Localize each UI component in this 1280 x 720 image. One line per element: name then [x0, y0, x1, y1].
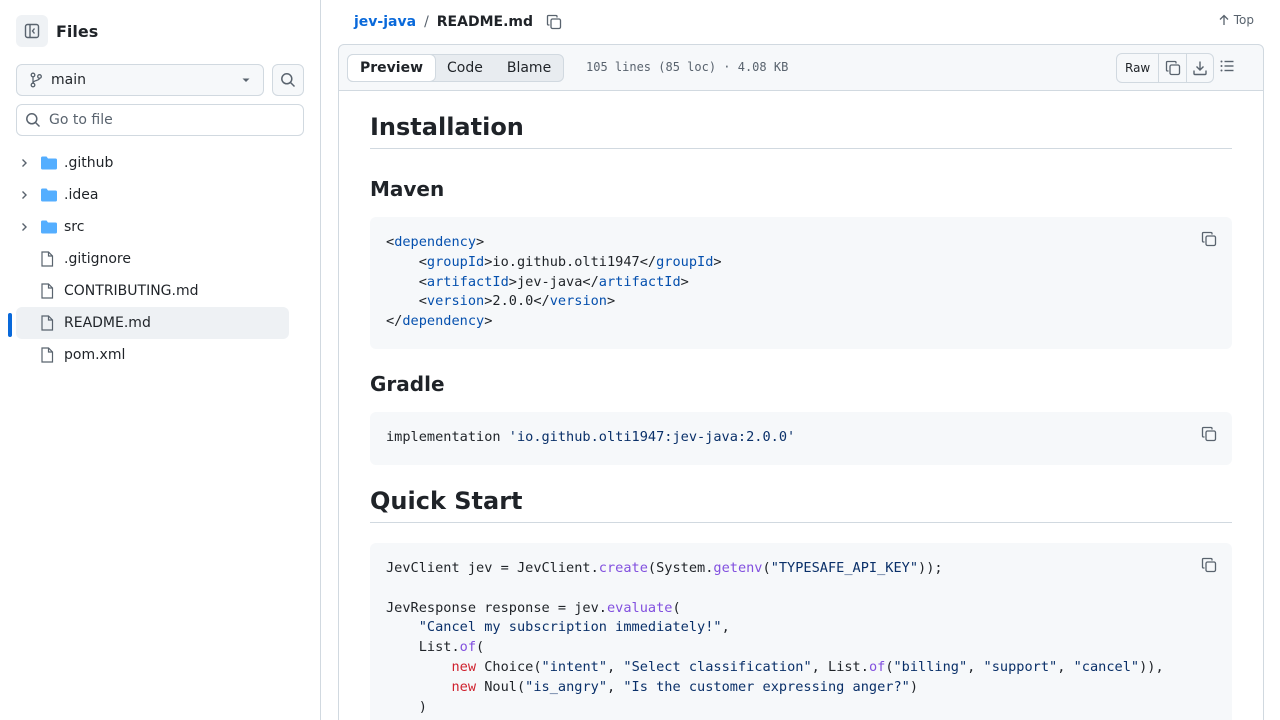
heading-gradle: Gradle [370, 372, 445, 396]
file-icon [40, 283, 58, 299]
tree-item-contributing[interactable]: CONTRIBUTING.md [16, 275, 289, 307]
gradle-code-block: implementation 'io.github.olti1947:jev-j… [370, 412, 1232, 465]
code-line: </dependency> [386, 313, 493, 330]
file-tree: .github .idea src .gitignore CONTRIBUTIN… [16, 147, 289, 371]
tab-preview[interactable]: Preview [347, 54, 437, 82]
copy-code-button[interactable] [1201, 231, 1217, 254]
breadcrumb-repo-link[interactable]: jev-java [354, 14, 416, 30]
heading-maven: Maven [370, 177, 445, 201]
code-line: <groupId>io.github.olti1947</groupId> [386, 253, 722, 270]
code-line: JevClient jev = JevClient.create(System.… [386, 560, 943, 576]
file-icon [40, 347, 58, 363]
file-icon [40, 315, 58, 331]
tree-item-label: CONTRIBUTING.md [64, 283, 199, 299]
copy-path-button[interactable] [546, 14, 562, 30]
search-icon [26, 113, 41, 128]
tree-item-label: README.md [64, 315, 151, 331]
code-line: <version>2.0.0</version> [386, 293, 616, 310]
selected-indicator [8, 313, 12, 337]
arrow-up-icon [1219, 14, 1229, 25]
download-icon [1193, 61, 1207, 76]
file-tree-sidebar: Files main .github .idea src .gitign [0, 0, 321, 720]
tab-code[interactable]: Code [435, 55, 495, 81]
search-button[interactable] [272, 64, 304, 96]
maven-code-block: <dependency> <groupId>io.github.olti1947… [370, 217, 1232, 349]
heading-installation: Installation [370, 113, 1232, 149]
branch-selector[interactable]: main [16, 64, 264, 96]
sidebar-title: Files [56, 21, 99, 41]
code-line: new Choice("intent", "Select classificat… [451, 658, 1164, 675]
folder-icon [40, 187, 58, 203]
tree-item-readme[interactable]: README.md [16, 307, 289, 339]
heading-quick-start: Quick Start [370, 487, 1232, 523]
chevron-right-icon[interactable] [16, 222, 32, 232]
code-line: <artifactId>jev-java</artifactId> [386, 273, 689, 290]
list-unordered-icon [1220, 60, 1234, 72]
tree-item-label: .idea [64, 187, 99, 203]
top-link[interactable]: Top [1218, 13, 1254, 27]
folder-icon [40, 219, 58, 235]
branch-name: main [51, 72, 86, 88]
chevron-right-icon[interactable] [16, 190, 32, 200]
chevron-right-icon[interactable] [16, 158, 32, 168]
quickstart-code-block: JevClient jev = JevClient.create(System.… [370, 543, 1232, 720]
code-line: JevResponse response = jev.evaluate( [386, 599, 681, 616]
tree-item-gitignore[interactable]: .gitignore [16, 243, 289, 275]
code-line: implementation 'io.github.olti1947:jev-j… [386, 429, 796, 445]
code-line: <dependency> [386, 234, 485, 250]
download-button[interactable] [1186, 54, 1213, 82]
code-line: new Noul("is_angry", "Is the customer ex… [451, 678, 919, 695]
search-icon [281, 73, 296, 88]
file-header: Preview Code Blame 105 lines (85 loc) · … [338, 44, 1264, 91]
go-to-file-input[interactable] [49, 112, 289, 128]
tree-item-label: pom.xml [64, 347, 126, 363]
file-icon [40, 251, 58, 267]
code-line: "Cancel my subscription immediately!", [418, 619, 730, 636]
copy-icon [1201, 426, 1217, 442]
tree-item-idea[interactable]: .idea [16, 179, 289, 211]
tree-item-github[interactable]: .github [16, 147, 289, 179]
sidebar-collapse-icon [24, 23, 40, 39]
file-view: jev-java / README.md Top Preview Code Bl… [338, 0, 1264, 720]
copy-icon [1201, 231, 1217, 247]
file-meta: 105 lines (85 loc) · 4.08 KB [586, 60, 789, 74]
tree-item-label: .github [64, 155, 114, 171]
collapse-sidebar-button[interactable] [16, 15, 48, 47]
folder-icon [40, 155, 58, 171]
code-line: ) [418, 698, 427, 715]
raw-actions: Raw [1116, 53, 1215, 83]
caret-down-icon [242, 78, 250, 82]
copy-icon [1165, 60, 1180, 76]
copy-icon [546, 14, 562, 30]
top-label: Top [1233, 13, 1254, 27]
readme-content: Installation Maven <dependency> <groupId… [338, 91, 1264, 720]
tree-item-pom[interactable]: pom.xml [16, 339, 289, 371]
breadcrumb: jev-java / README.md Top [338, 0, 1264, 44]
copy-raw-button[interactable] [1159, 54, 1186, 82]
copy-code-button[interactable] [1201, 426, 1217, 449]
tree-item-label: src [64, 219, 85, 235]
go-to-file-field[interactable] [16, 104, 304, 136]
code-line: List.of( [418, 639, 485, 656]
outline-button[interactable] [1219, 58, 1235, 78]
git-branch-icon [30, 72, 42, 88]
raw-button[interactable]: Raw [1117, 54, 1160, 82]
copy-code-button[interactable] [1201, 557, 1217, 580]
tree-item-label: .gitignore [64, 251, 131, 267]
sidebar-header: Files [16, 15, 98, 47]
tab-blame[interactable]: Blame [495, 55, 563, 81]
breadcrumb-file: README.md [436, 14, 534, 30]
copy-icon [1201, 557, 1217, 573]
breadcrumb-separator: / [424, 14, 429, 30]
tree-item-src[interactable]: src [16, 211, 289, 243]
view-mode-tabs: Preview Code Blame [347, 54, 565, 82]
